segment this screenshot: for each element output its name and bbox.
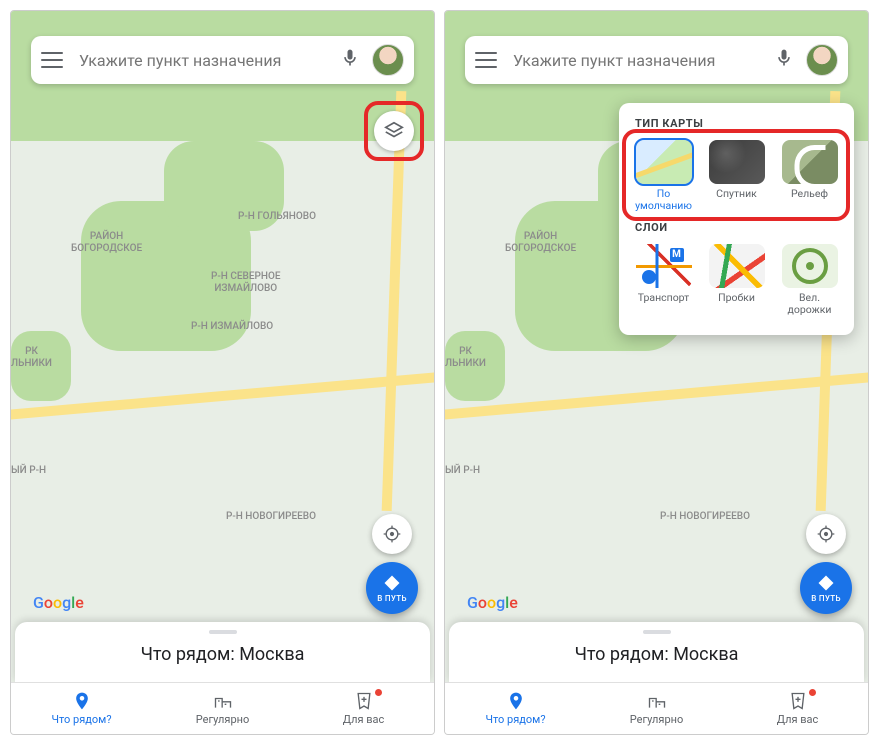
map-label: Р-Н СЕВЕРНОЕИЗМАЙЛОВО: [211, 271, 281, 294]
layer-thumb: [709, 244, 765, 288]
layer-label: Вел.дорожки: [788, 292, 832, 315]
nav-explore[interactable]: Что рядом?: [11, 683, 152, 734]
google-logo: Google: [33, 593, 84, 612]
search-bar[interactable]: Укажите пункт назначения: [31, 36, 414, 84]
explore-sheet[interactable]: Что рядом: Москва: [449, 622, 864, 682]
nav-label: Регулярно: [196, 713, 250, 726]
layer-label: Пробки: [718, 292, 755, 304]
nav-commute[interactable]: Регулярно: [152, 683, 293, 734]
map-label: Р-Н НОВОГИРЕЕВО: [226, 511, 316, 523]
map-label: РАЙОНБОГОРОДСКОЕ: [71, 231, 142, 254]
layers-row: M Транспорт Пробки Вел.дорожки: [631, 244, 842, 315]
map-type-default[interactable]: Поумолчанию: [631, 140, 696, 211]
notification-badge: [809, 689, 816, 696]
bottom-nav: Что рядом? Регулярно Для вас: [11, 682, 434, 734]
map-type-row: Поумолчанию Спутник Рельеф: [631, 140, 842, 211]
map-type-terrain[interactable]: Рельеф: [777, 140, 842, 211]
avatar[interactable]: [372, 44, 404, 76]
directions-button[interactable]: В ПУТЬ: [800, 562, 852, 614]
layer-biking[interactable]: Вел.дорожки: [777, 244, 842, 315]
layer-thumb: [782, 244, 838, 288]
bottom-nav: Что рядом? Регулярно Для вас: [445, 682, 868, 734]
my-location-button[interactable]: [806, 514, 846, 554]
map-type-label: Поумолчанию: [635, 188, 692, 211]
search-input[interactable]: Укажите пункт назначения: [513, 51, 774, 70]
sheet-handle[interactable]: [209, 630, 237, 634]
map-label: Р-Н НОВОГИРЕЕВО: [660, 511, 750, 523]
right-screenshot: РАЙОНБОГОРОДСКОЕ Р-Н ГОЛЬЯНОВО Р-Н СЕВЕР…: [444, 10, 869, 735]
menu-icon[interactable]: [475, 52, 497, 68]
sheet-title: Что рядом: Москва: [575, 644, 739, 665]
menu-icon[interactable]: [41, 52, 63, 68]
search-input[interactable]: Укажите пункт назначения: [79, 51, 340, 70]
microphone-icon[interactable]: [774, 48, 794, 72]
explore-sheet[interactable]: Что рядом: Москва: [15, 622, 430, 682]
layers-panel: ТИП КАРТЫ Поумолчанию Спутник Рельеф СЛО…: [619, 103, 854, 335]
nav-explore[interactable]: Что рядом?: [445, 683, 586, 734]
map-type-satellite[interactable]: Спутник: [704, 140, 769, 211]
map-label: Р-Н ГОЛЬЯНОВО: [238, 211, 316, 223]
my-location-button[interactable]: [372, 514, 412, 554]
sheet-handle[interactable]: [643, 630, 671, 634]
nav-commute[interactable]: Регулярно: [586, 683, 727, 734]
nav-label: Для вас: [343, 713, 385, 726]
map-type-label: Спутник: [716, 188, 757, 200]
notification-badge: [375, 689, 382, 696]
directions-button[interactable]: В ПУТЬ: [366, 562, 418, 614]
google-logo: Google: [467, 593, 518, 612]
map-type-thumb: [709, 140, 765, 184]
layers-button[interactable]: [374, 111, 414, 151]
directions-label: В ПУТЬ: [377, 594, 407, 603]
map-label: ЫЙ Р-Н: [11, 465, 46, 477]
layer-traffic[interactable]: Пробки: [704, 244, 769, 315]
directions-label: В ПУТЬ: [811, 594, 841, 603]
nav-label: Для вас: [777, 713, 819, 726]
map-type-thumb: [636, 140, 692, 184]
layers-panel-heading: СЛОИ: [635, 221, 842, 234]
sheet-title: Что рядом: Москва: [141, 644, 305, 665]
map-label: РАЙОНБОГОРОДСКОЕ: [505, 231, 576, 254]
layer-label: Транспорт: [638, 292, 689, 304]
nav-foryou[interactable]: Для вас: [727, 683, 868, 734]
microphone-icon[interactable]: [340, 48, 360, 72]
layer-transit[interactable]: M Транспорт: [631, 244, 696, 315]
nav-label: Что рядом?: [51, 713, 111, 726]
map-label: Р-Н ИЗМАЙЛОВО: [191, 321, 273, 333]
search-bar[interactable]: Укажите пункт назначения: [465, 36, 848, 84]
map-label: РКЛЬНИКИ: [445, 346, 486, 369]
layers-panel-heading: ТИП КАРТЫ: [635, 117, 842, 130]
nav-label: Что рядом?: [485, 713, 545, 726]
nav-foryou[interactable]: Для вас: [293, 683, 434, 734]
map-label: РКЛЬНИКИ: [11, 346, 52, 369]
avatar[interactable]: [806, 44, 838, 76]
map-label: ЫЙ Р-Н: [445, 465, 480, 477]
left-screenshot: РАЙОНБОГОРОДСКОЕ Р-Н ГОЛЬЯНОВО Р-Н СЕВЕР…: [10, 10, 435, 735]
nav-label: Регулярно: [630, 713, 684, 726]
map-type-thumb: [782, 140, 838, 184]
layer-thumb: M: [636, 244, 692, 288]
map-type-label: Рельеф: [791, 188, 828, 200]
